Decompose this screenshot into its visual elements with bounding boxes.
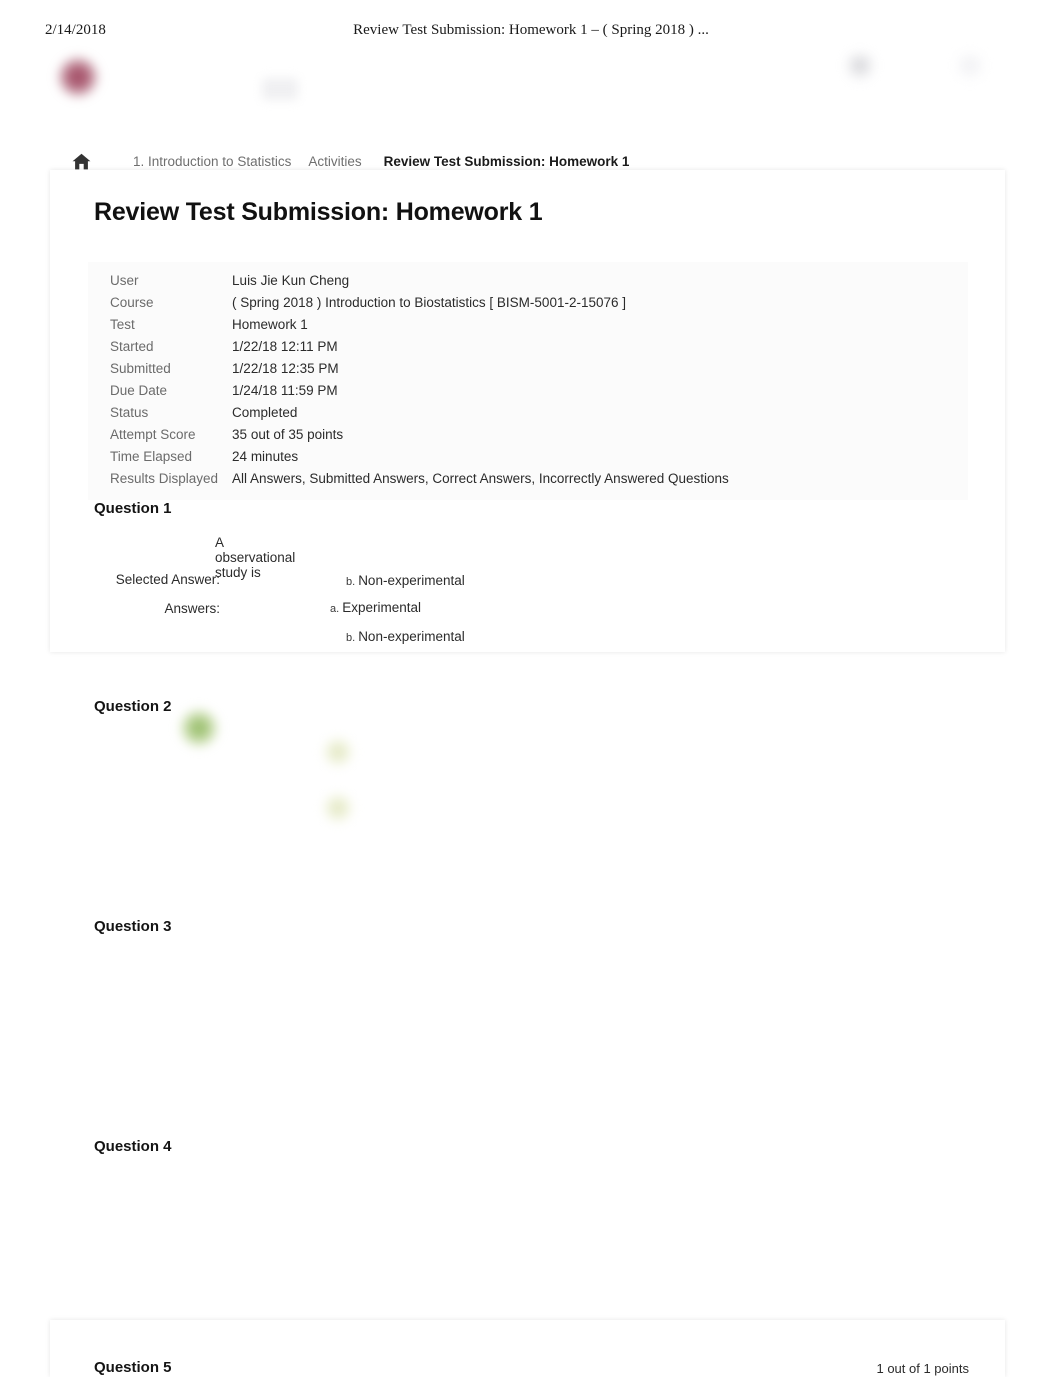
info-value-started: 1/22/18 12:11 PM [232, 339, 338, 354]
answer-option-b-text: Non-experimental [358, 629, 465, 644]
info-label-results-displayed: Results Displayed [110, 471, 219, 486]
question-2-heading: Question 2 [94, 698, 172, 715]
page-title: Review Test Submission: Homework 1 [94, 198, 543, 226]
breadcrumb-item-activities[interactable]: Activities [308, 154, 361, 169]
info-label-due-date: Due Date [110, 383, 168, 398]
table-row: Course ( Spring 2018 ) Introduction to B… [110, 292, 729, 314]
attempt-info-panel: User Luis Jie Kun Cheng Course ( Spring … [88, 262, 968, 500]
info-value-due-date: 1/24/18 11:59 PM [232, 383, 338, 398]
info-value-attempt-score: 35 out of 35 points [232, 427, 344, 442]
info-label-user: User [110, 273, 139, 288]
table-row: Submitted 1/22/18 12:35 PM [110, 358, 729, 380]
table-row: Due Date 1/24/18 11:59 PM [110, 380, 729, 402]
table-row: Time Elapsed 24 minutes [110, 446, 729, 468]
table-row: User Luis Jie Kun Cheng [110, 270, 729, 292]
attempt-info-table: User Luis Jie Kun Cheng Course ( Spring … [110, 270, 729, 490]
answer-option-b: b. Non-experimental [346, 629, 465, 644]
answer-option-a: a. Experimental [330, 600, 421, 615]
answer-option-a-letter: a. [330, 603, 340, 615]
info-value-submitted: 1/22/18 12:35 PM [232, 361, 339, 376]
brand-wordmark [262, 78, 298, 100]
info-label-test: Test [110, 317, 135, 332]
answer-option-a-text: Experimental [342, 600, 421, 615]
info-value-results-displayed: All Answers, Submitted Answers, Correct … [232, 471, 729, 486]
question-1-heading: Question 1 [94, 500, 172, 517]
info-label-time-elapsed: Time Elapsed [110, 449, 193, 464]
correct-answer-check-icon [179, 708, 219, 748]
selected-answer-label: Selected Answer: [115, 572, 220, 587]
print-header: 2/14/2018 Review Test Submission: Homewo… [0, 0, 1062, 46]
answers-label: Answers: [164, 601, 220, 616]
breadcrumb-item-course[interactable]: 1. Introduction to Statistics [133, 154, 291, 169]
question-4-heading: Question 4 [94, 1138, 172, 1155]
question-5-points: 1 out of 1 points [876, 1361, 969, 1376]
info-value-test: Homework 1 [232, 317, 308, 332]
info-label-attempt-score: Attempt Score [110, 427, 196, 442]
table-row: Test Homework 1 [110, 314, 729, 336]
selected-answer-value: b. Non-experimental [346, 573, 465, 588]
notifications-bell-icon[interactable] [845, 52, 875, 82]
info-value-status: Completed [232, 405, 298, 420]
info-value-time-elapsed: 24 minutes [232, 449, 299, 464]
answer-option-b-check-icon [322, 792, 354, 824]
info-value-user: Luis Jie Kun Cheng [232, 273, 350, 288]
table-row: Attempt Score 35 out of 35 points [110, 424, 729, 446]
info-value-course: ( Spring 2018 ) Introduction to Biostati… [232, 295, 626, 310]
print-page-title: Review Test Submission: Homework 1 – ( S… [353, 22, 709, 38]
question-5-heading: Question 5 [94, 1359, 172, 1376]
selected-answer-check-icon [322, 736, 354, 768]
answer-option-b-letter: b. [346, 632, 356, 644]
review-card-continued: Question 5 1 out of 1 points [50, 1320, 1005, 1377]
info-label-course: Course [110, 295, 154, 310]
info-label-status: Status [110, 405, 149, 420]
selected-answer-letter: b. [346, 576, 356, 588]
review-card: Review Test Submission: Homework 1 User … [50, 170, 1005, 824]
app-header [0, 46, 1062, 128]
question-1-prompt: A observational study is [215, 535, 296, 580]
table-row: Started 1/22/18 12:11 PM [110, 336, 729, 358]
table-row: Results Displayed All Answers, Submitted… [110, 468, 729, 490]
selected-answer-text: Non-experimental [358, 573, 465, 588]
home-icon[interactable] [70, 150, 92, 172]
account-avatar-icon[interactable] [955, 52, 985, 82]
info-label-started: Started [110, 339, 154, 354]
question-3-heading: Question 3 [94, 918, 172, 935]
university-logo[interactable] [57, 56, 99, 98]
breadcrumb-item-current: Review Test Submission: Homework 1 [383, 153, 630, 169]
info-label-submitted: Submitted [110, 361, 171, 376]
table-row: Status Completed [110, 402, 729, 424]
